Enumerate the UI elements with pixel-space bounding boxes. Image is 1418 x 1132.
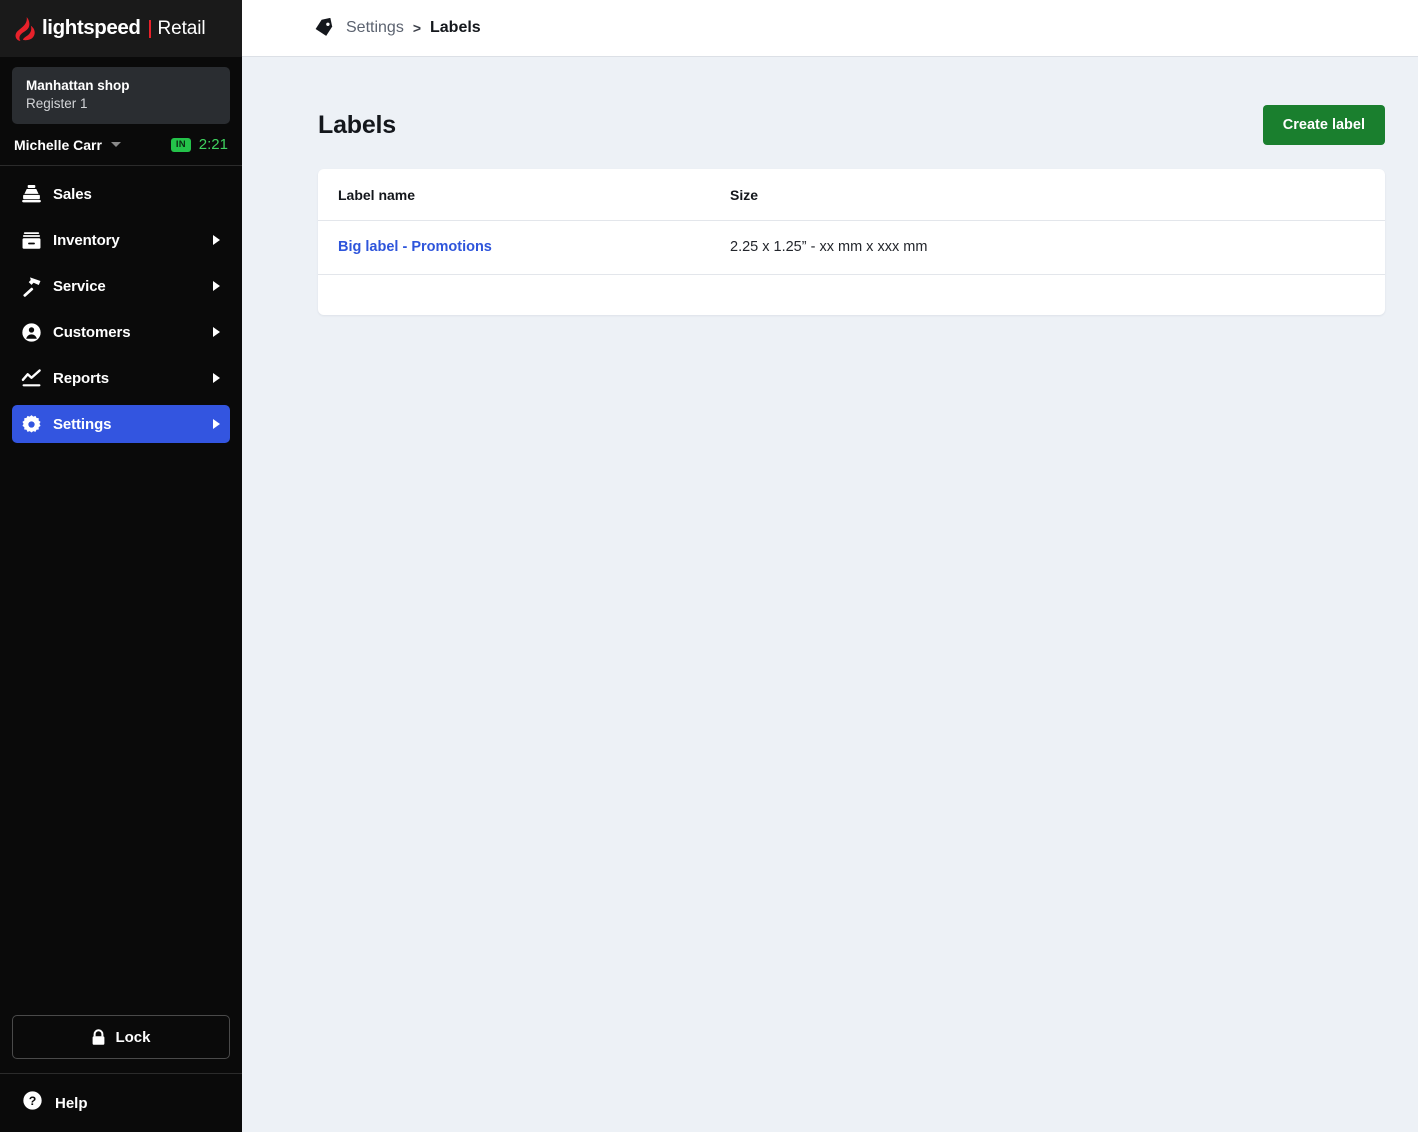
lock-button[interactable]: Lock [12, 1015, 230, 1059]
sidebar-footer: Lock ? Help [0, 1015, 242, 1132]
sidebar-item-customers[interactable]: Customers [12, 313, 230, 351]
store-selector[interactable]: Manhattan shop Register 1 [12, 67, 230, 125]
sidebar-item-inventory[interactable]: Inventory [12, 221, 230, 259]
cell-label-size: 2.25 x 1.25” - xx mm x xxx mm [710, 220, 1385, 275]
page-content: Labels Create label Label name Size Big … [242, 57, 1418, 315]
page-header: Labels Create label [318, 105, 1385, 145]
flame-icon [15, 16, 35, 41]
chevron-right-icon [213, 327, 220, 338]
breadcrumb-separator: > [412, 20, 421, 36]
breadcrumb-bar: Settings > Labels [242, 0, 1418, 57]
chevron-down-icon[interactable] [110, 142, 121, 148]
breadcrumb-parent-link[interactable]: Settings [346, 19, 404, 37]
main-navigation: Sales Inventory Service Customers Report… [0, 175, 242, 451]
table-footer-row [318, 275, 1385, 315]
sidebar-item-sales[interactable]: Sales [12, 175, 230, 213]
chevron-right-icon [213, 419, 220, 430]
main-area: Settings > Labels Labels Create label La… [242, 0, 1418, 1132]
lock-button-label: Lock [115, 1028, 151, 1046]
sidebar-item-label: Settings [53, 415, 112, 433]
help-link[interactable]: ? Help [0, 1073, 242, 1132]
chevron-right-icon [213, 281, 220, 292]
table-body: Big label - Promotions 2.25 x 1.25” - xx… [318, 220, 1385, 315]
breadcrumb-current: Labels [430, 19, 481, 36]
sidebar-item-reports[interactable]: Reports [12, 359, 230, 397]
svg-text:?: ? [29, 1094, 37, 1108]
sidebar-item-settings[interactable]: Settings [12, 405, 230, 444]
create-label-button[interactable]: Create label [1262, 105, 1385, 145]
question-circle-icon: ? [22, 1090, 43, 1116]
page-title: Labels [318, 110, 396, 139]
sidebar-item-label: Sales [53, 185, 92, 203]
gear-icon [20, 413, 42, 435]
app-root: lightspeed Retail Manhattan shop Registe… [0, 0, 1418, 1132]
table-head: Label name Size [318, 169, 1385, 221]
brand-logo[interactable]: lightspeed Retail [0, 0, 242, 57]
cell-label-name: Big label - Promotions [318, 220, 710, 275]
sidebar: lightspeed Retail Manhattan shop Registe… [0, 0, 242, 1132]
user-circle-icon [20, 321, 42, 343]
sidebar-item-label: Service [53, 277, 106, 295]
brand-name: lightspeed [42, 16, 141, 40]
label-name-link[interactable]: Big label - Promotions [338, 239, 492, 255]
labels-table: Label name Size Big label - Promotions 2… [318, 169, 1385, 315]
cell-empty-left [318, 275, 710, 315]
sidebar-item-service[interactable]: Service [12, 267, 230, 305]
brand-product: Retail [157, 17, 206, 39]
table-row[interactable]: Big label - Promotions 2.25 x 1.25” - xx… [318, 220, 1385, 275]
store-name: Manhattan shop [26, 78, 130, 93]
status-badge: IN [170, 137, 191, 153]
cash-register-icon [20, 183, 42, 205]
cell-empty-right [710, 275, 1385, 315]
column-header-label-name: Label name [318, 169, 710, 221]
brand-divider [148, 19, 151, 38]
sidebar-item-label: Inventory [53, 231, 120, 249]
line-chart-icon [20, 367, 42, 389]
sidebar-item-label: Customers [53, 323, 131, 341]
tag-icon [314, 18, 334, 38]
table-header-row: Label name Size [318, 169, 1385, 221]
column-header-size: Size [710, 169, 1385, 221]
box-icon [20, 229, 42, 251]
chevron-right-icon [213, 235, 220, 246]
user-name: Michelle Carr [14, 136, 102, 153]
labels-table-card: Label name Size Big label - Promotions 2… [318, 169, 1385, 315]
user-row[interactable]: Michelle Carr IN 2:21 [0, 124, 242, 167]
lock-icon [91, 1028, 106, 1046]
register-name: Register 1 [26, 96, 88, 112]
chevron-right-icon [213, 373, 220, 384]
help-label: Help [55, 1094, 88, 1112]
shift-timer: 2:21 [198, 136, 228, 154]
hammer-icon [20, 275, 42, 297]
sidebar-item-label: Reports [53, 369, 109, 387]
